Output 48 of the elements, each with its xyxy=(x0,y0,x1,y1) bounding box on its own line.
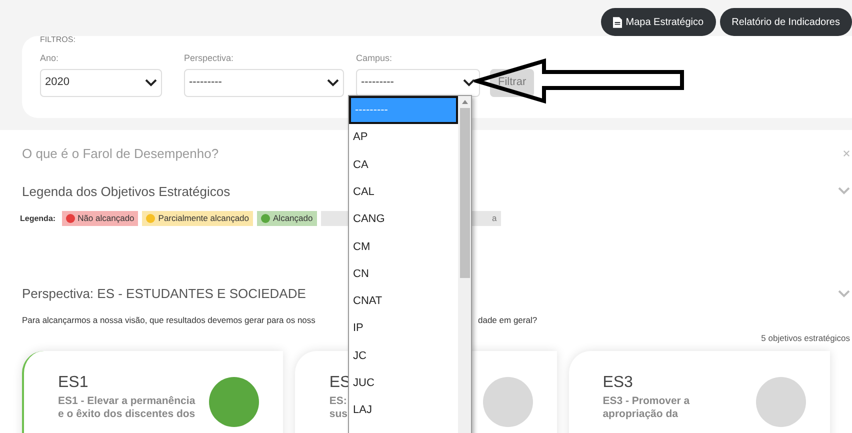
objective-description: e o êxito dos discentes dos xyxy=(58,408,196,421)
legend-label: Legenda: xyxy=(20,212,56,224)
field-label: Ano: xyxy=(40,52,60,65)
chevron-down-icon xyxy=(463,78,475,86)
scroll-up-icon[interactable] xyxy=(462,100,468,104)
header-button[interactable]: Mapa Estratégico xyxy=(600,8,716,36)
document-icon xyxy=(612,16,622,28)
filters-title: FILTROS: xyxy=(40,35,76,45)
header-button[interactable]: Relatório de Indicadores xyxy=(720,8,852,36)
dropdown-option[interactable]: LAJ xyxy=(349,396,458,424)
perspective-title: Perspectiva: ES - ESTUDANTES E SOCIEDADE xyxy=(22,285,306,303)
perspective-question: Para alcançarmos a nossa visão, que resultados devemos gerar para os noss xyxy=(22,314,316,326)
field-label: Perspectiva: xyxy=(184,52,235,65)
close-icon[interactable] xyxy=(843,150,850,158)
dropdown-option[interactable]: CAL xyxy=(349,178,458,206)
objective-code: ES1 xyxy=(58,373,90,393)
select-field[interactable]: 2020 xyxy=(40,68,162,96)
perspective-question: dade em geral? xyxy=(478,314,538,326)
dropdown-option[interactable]: AP xyxy=(349,124,458,152)
dropdown-option[interactable]: CNAT xyxy=(349,288,458,316)
objective-description: ES1 - Elevar a permanência xyxy=(58,395,196,408)
dropdown-option[interactable]: IP xyxy=(349,315,458,342)
objective-card[interactable]: ES1 ES1 - Elevar a permanência e o êxito dos discentes dos xyxy=(22,351,284,433)
objective-description: ES: xyxy=(329,395,348,408)
objective-code: ES3 xyxy=(602,373,634,393)
scrollbar-thumb[interactable] xyxy=(460,108,470,278)
dropdown-option[interactable]: CN xyxy=(349,260,458,288)
objective-card[interactable]: ES3 ES3 - Promover a apropriação da xyxy=(568,351,830,433)
objective-description: sus xyxy=(329,408,348,421)
dropdown-option[interactable]: CM xyxy=(349,233,458,260)
field-label: Campus: xyxy=(356,52,394,65)
objective-description: apropriação da xyxy=(602,408,679,421)
scrollbar[interactable] xyxy=(458,96,471,433)
legend-title: Legenda dos Objetivos Estratégicos xyxy=(22,182,230,201)
select-field[interactable]: --------- xyxy=(184,68,344,96)
legend-chip: Alcançado xyxy=(257,211,317,226)
dropdown-option[interactable]: CA xyxy=(349,151,458,179)
chevron-down-icon xyxy=(838,187,850,196)
select-field[interactable]: --------- xyxy=(356,68,480,96)
legend-chip: Não alcançado xyxy=(62,211,138,226)
objectives-count: 5 objetivos estratégicos xyxy=(761,332,850,345)
chevron-down-icon xyxy=(145,78,157,86)
objective-description: ES3 - Promover a xyxy=(602,395,690,408)
legend-chip: Parcialmente alcançado xyxy=(142,211,254,226)
dropdown-option[interactable]: JC xyxy=(349,342,458,370)
chevron-down-icon xyxy=(838,290,850,298)
chevron-down-icon xyxy=(327,78,339,86)
dropdown-option[interactable]: JUC xyxy=(349,370,458,397)
